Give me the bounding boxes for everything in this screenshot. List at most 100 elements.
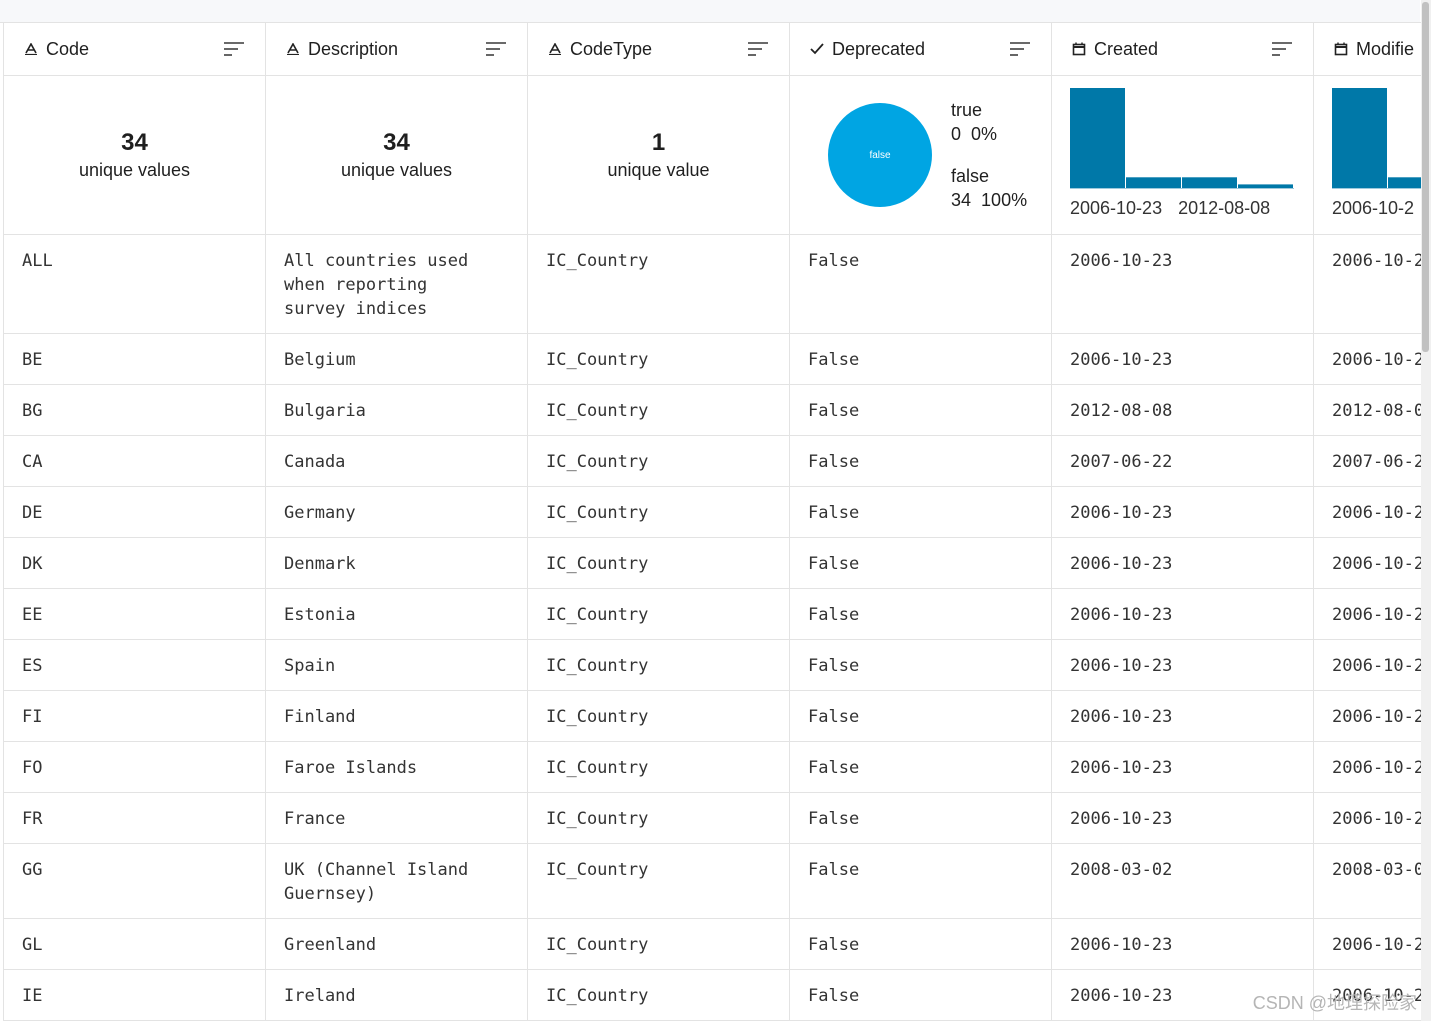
sort-icon[interactable] [223, 41, 245, 57]
column-header-deprecated[interactable]: Deprecated [789, 22, 1052, 76]
cell-description[interactable]: Canada [265, 435, 528, 487]
cell-codetype[interactable]: IC_Country [527, 690, 790, 742]
cell-deprecated[interactable]: False [789, 690, 1052, 742]
table-row[interactable]: EE Estonia IC_Country False 2006-10-23 2006-1… [3, 588, 1421, 640]
cell-modified[interactable]: 2006-10-2 [1313, 588, 1421, 640]
histogram-bar[interactable] [1182, 177, 1237, 188]
cell-deprecated[interactable]: False [789, 537, 1052, 589]
histogram-bar[interactable] [1332, 88, 1387, 188]
table-row[interactable]: FI Finland IC_Country False 2006-10-23 2006-1… [3, 690, 1421, 742]
cell-deprecated[interactable]: False [789, 639, 1052, 691]
cell-code[interactable]: BG [3, 384, 266, 436]
cell-deprecated[interactable]: False [789, 792, 1052, 844]
cell-created[interactable]: 2006-10-23 [1051, 918, 1314, 970]
cell-codetype[interactable]: IC_Country [527, 969, 790, 1021]
cell-created[interactable]: 2007-06-22 [1051, 435, 1314, 487]
cell-code[interactable]: FO [3, 741, 266, 793]
cell-codetype[interactable]: IC_Country [527, 918, 790, 970]
cell-created[interactable]: 2006-10-23 [1051, 234, 1314, 334]
cell-description[interactable]: All countries used when reporting survey… [265, 234, 528, 334]
cell-modified[interactable]: 2006-10-2 [1313, 639, 1421, 691]
table-row[interactable]: CA Canada IC_Country False 2007-06-22 2007-06… [3, 435, 1421, 487]
cell-description[interactable]: Ireland [265, 969, 528, 1021]
cell-code[interactable]: DK [3, 537, 266, 589]
cell-codetype[interactable]: IC_Country [527, 384, 790, 436]
cell-code[interactable]: ES [3, 639, 266, 691]
cell-created[interactable]: 2006-10-23 [1051, 792, 1314, 844]
cell-description[interactable]: Faroe Islands [265, 741, 528, 793]
cell-deprecated[interactable]: False [789, 588, 1052, 640]
cell-code[interactable]: CA [3, 435, 266, 487]
table-row[interactable]: DK Denmark IC_Country False 2006-10-23 2006-1… [3, 537, 1421, 589]
cell-modified[interactable]: 2012-08-0 [1313, 384, 1421, 436]
cell-deprecated[interactable]: False [789, 384, 1052, 436]
column-header-description[interactable]: Description [265, 22, 528, 76]
cell-codetype[interactable]: IC_Country [527, 333, 790, 385]
pie-slice-false[interactable]: false [828, 103, 932, 207]
cell-codetype[interactable]: IC_Country [527, 435, 790, 487]
histogram-bar[interactable] [1388, 177, 1421, 188]
cell-code[interactable]: IE [3, 969, 266, 1021]
cell-description[interactable]: Denmark [265, 537, 528, 589]
table-row[interactable]: FR France IC_Country False 2006-10-23 2006-10… [3, 792, 1421, 844]
cell-modified[interactable]: 2006-10-2 [1313, 741, 1421, 793]
table-row[interactable]: BE Belgium IC_Country False 2006-10-23 2006-1… [3, 333, 1421, 385]
cell-modified[interactable]: 2006-10-2 [1313, 486, 1421, 538]
cell-code[interactable]: FI [3, 690, 266, 742]
cell-code[interactable]: DE [3, 486, 266, 538]
cell-description[interactable]: Greenland [265, 918, 528, 970]
table-row[interactable]: DE Germany IC_Country False 2006-10-23 2006-1… [3, 486, 1421, 538]
cell-codetype[interactable]: IC_Country [527, 639, 790, 691]
cell-description[interactable]: Belgium [265, 333, 528, 385]
cell-description[interactable]: Germany [265, 486, 528, 538]
cell-deprecated[interactable]: False [789, 843, 1052, 919]
scroll-thumb[interactable] [1422, 2, 1429, 352]
column-header-created[interactable]: Created [1051, 22, 1314, 76]
histogram-bar[interactable] [1070, 88, 1125, 188]
cell-description[interactable]: Estonia [265, 588, 528, 640]
cell-code[interactable]: GG [3, 843, 266, 919]
cell-created[interactable]: 2008-03-02 [1051, 843, 1314, 919]
table-row[interactable]: IE Ireland IC_Country False 2006-10-23 2006-1… [3, 969, 1421, 1021]
cell-created[interactable]: 2006-10-23 [1051, 537, 1314, 589]
cell-created[interactable]: 2006-10-23 [1051, 639, 1314, 691]
cell-description[interactable]: UK (Channel Island Guernsey) [265, 843, 528, 919]
cell-modified[interactable]: 2008-03-0 [1313, 843, 1421, 919]
cell-deprecated[interactable]: False [789, 234, 1052, 334]
cell-description[interactable]: Spain [265, 639, 528, 691]
cell-deprecated[interactable]: False [789, 486, 1052, 538]
sort-icon[interactable] [1271, 41, 1293, 57]
cell-created[interactable]: 2006-10-23 [1051, 486, 1314, 538]
cell-codetype[interactable]: IC_Country [527, 234, 790, 334]
cell-deprecated[interactable]: False [789, 918, 1052, 970]
cell-code[interactable]: ALL [3, 234, 266, 334]
cell-code[interactable]: FR [3, 792, 266, 844]
vertical-scrollbar[interactable] [1421, 0, 1431, 1021]
sort-icon[interactable] [1009, 41, 1031, 57]
cell-description[interactable]: France [265, 792, 528, 844]
cell-modified[interactable]: 2007-06-2 [1313, 435, 1421, 487]
column-header-modified[interactable]: Modifie [1313, 22, 1421, 76]
sort-icon[interactable] [485, 41, 507, 57]
cell-code[interactable]: BE [3, 333, 266, 385]
cell-modified[interactable]: 2006-10-2 [1313, 333, 1421, 385]
cell-code[interactable]: GL [3, 918, 266, 970]
cell-deprecated[interactable]: False [789, 969, 1052, 1021]
cell-modified[interactable]: 2006-10-2 [1313, 918, 1421, 970]
cell-created[interactable]: 2006-10-23 [1051, 333, 1314, 385]
column-header-code[interactable]: Code [3, 22, 266, 76]
table-row[interactable]: FO Faroe Islands IC_Country False 2006-10-23… [3, 741, 1421, 793]
cell-deprecated[interactable]: False [789, 741, 1052, 793]
cell-modified[interactable]: 2006-10-2 [1313, 792, 1421, 844]
cell-codetype[interactable]: IC_Country [527, 486, 790, 538]
table-row[interactable]: GL Greenland IC_Country False 2006-10-23 2006… [3, 918, 1421, 970]
sort-icon[interactable] [747, 41, 769, 57]
table-row[interactable]: BG Bulgaria IC_Country False 2012-08-08 2012-… [3, 384, 1421, 436]
cell-codetype[interactable]: IC_Country [527, 741, 790, 793]
cell-codetype[interactable]: IC_Country [527, 537, 790, 589]
cell-code[interactable]: EE [3, 588, 266, 640]
cell-deprecated[interactable]: False [789, 333, 1052, 385]
table-row[interactable]: GG UK (Channel Island Guernsey) IC_Country… [3, 843, 1421, 919]
cell-codetype[interactable]: IC_Country [527, 588, 790, 640]
cell-description[interactable]: Finland [265, 690, 528, 742]
